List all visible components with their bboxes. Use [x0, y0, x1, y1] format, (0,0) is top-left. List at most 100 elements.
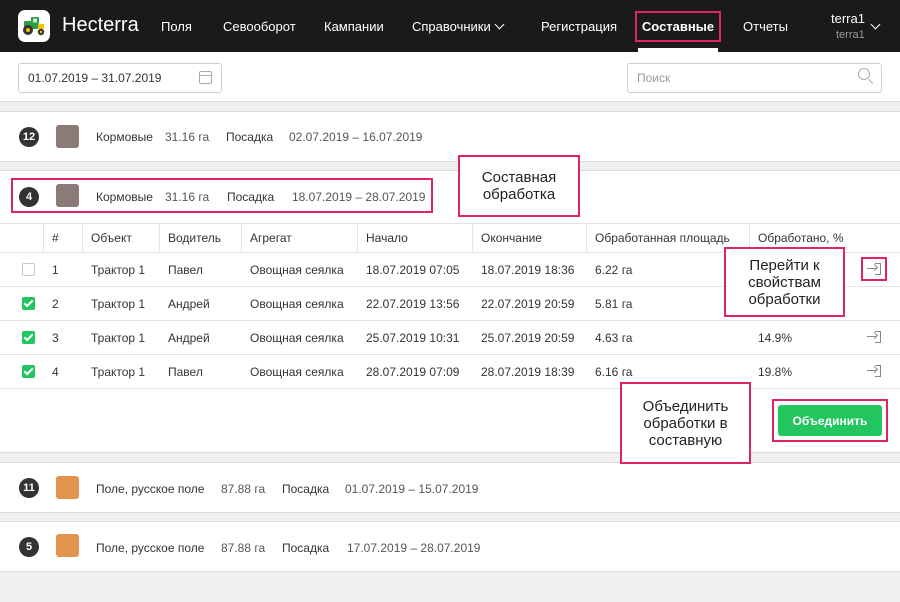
group-period: 02.07.2019 – 16.07.2019: [289, 130, 423, 144]
nav-item-campaigns[interactable]: Кампании: [324, 19, 384, 34]
column-separator: [586, 224, 587, 252]
cell-percent: 14.9%: [758, 331, 793, 345]
cell-area: 6.16 га: [595, 365, 633, 379]
cell-start: 28.07.2019 07:09: [366, 365, 460, 379]
composite-group-11[interactable]: 11 Поле, русское поле 87.88 га Посадка 0…: [0, 462, 900, 513]
app-title: Hecterra: [62, 14, 139, 36]
nav-item-composite[interactable]: Составные: [635, 11, 721, 42]
filter-toolbar: 01.07.2019 – 31.07.2019: [0, 52, 900, 102]
cell-number: 2: [52, 297, 59, 311]
callout-line: обработки в: [643, 414, 728, 432]
row-checkbox[interactable]: [22, 365, 35, 378]
column-header-implement[interactable]: Агрегат: [250, 231, 292, 245]
composite-group-12[interactable]: 12 Кормовые 31.16 га Посадка 02.07.2019 …: [0, 111, 900, 162]
cell-driver: Андрей: [168, 331, 210, 345]
group-operation: Посадка: [226, 130, 274, 144]
callout-line: обработки: [748, 290, 821, 308]
cell-end: 28.07.2019 18:39: [481, 365, 575, 379]
crop-color-swatch: [56, 476, 79, 499]
tractor-logo-icon[interactable]: [18, 10, 50, 42]
nav-item-crop-rotation[interactable]: Севооборот: [223, 19, 296, 34]
column-header-end[interactable]: Окончание: [481, 231, 542, 245]
search-input[interactable]: [627, 63, 882, 93]
cell-implement: Овощная сеялка: [250, 297, 344, 311]
column-separator: [159, 224, 160, 252]
group-number-badge: 11: [19, 478, 39, 498]
cell-area: 6.22 га: [595, 263, 633, 277]
cell-object: Трактор 1: [91, 331, 146, 345]
callout-line: составную: [648, 431, 723, 449]
row-checkbox[interactable]: [22, 263, 35, 276]
cell-end: 18.07.2019 18:36: [481, 263, 575, 277]
cell-implement: Овощная сеялка: [250, 365, 344, 379]
row-divider: [0, 354, 900, 355]
user-menu-chevron-icon[interactable]: [870, 19, 881, 30]
callout-merge: Объединить обработки в составную: [620, 382, 751, 464]
search-icon[interactable]: [858, 68, 870, 80]
cell-percent: 19.8%: [758, 365, 793, 379]
column-header-processed-area[interactable]: Обработанная площадь: [595, 231, 730, 245]
date-range-value: 01.07.2019 – 31.07.2019: [28, 71, 162, 85]
cell-driver: Андрей: [168, 297, 210, 311]
group-operation: Посадка: [282, 541, 330, 555]
row-checkbox[interactable]: [22, 297, 35, 310]
chevron-down-icon[interactable]: [494, 19, 505, 30]
merge-button-highlight: [772, 399, 888, 442]
group-crop: Поле, русское поле: [96, 541, 205, 555]
callout-line: Составная: [481, 169, 557, 186]
column-header-driver[interactable]: Водитель: [168, 231, 221, 245]
top-navbar: Hecterra Поля Севооборот Кампании Справо…: [0, 0, 900, 52]
column-header-processed-percent[interactable]: Обработано, %: [758, 231, 844, 245]
cell-number: 1: [52, 263, 59, 277]
calendar-icon[interactable]: [199, 71, 212, 84]
column-header-object[interactable]: Объект: [91, 231, 132, 245]
cell-object: Трактор 1: [91, 365, 146, 379]
table-top-border: [0, 223, 900, 224]
cell-object: Трактор 1: [91, 297, 146, 311]
group-period: 01.07.2019 – 15.07.2019: [345, 482, 479, 496]
user-name[interactable]: terra1: [831, 11, 865, 26]
row-checkbox[interactable]: [22, 331, 35, 344]
nav-item-registration[interactable]: Регистрация: [541, 19, 617, 34]
open-properties-icon[interactable]: [867, 365, 881, 377]
column-separator: [472, 224, 473, 252]
group-area: 31.16 га: [165, 130, 210, 144]
group-area: 87.88 га: [221, 482, 266, 496]
group-period: 17.07.2019 – 28.07.2019: [347, 541, 481, 555]
user-login: terra1: [836, 29, 865, 41]
row-divider: [0, 388, 900, 389]
cell-start: 18.07.2019 07:05: [366, 263, 460, 277]
cell-implement: Овощная сеялка: [250, 263, 344, 277]
cell-number: 4: [52, 365, 59, 379]
cell-area: 4.63 га: [595, 331, 633, 345]
cell-end: 22.07.2019 20:59: [481, 297, 575, 311]
group-operation: Посадка: [282, 482, 330, 496]
composite-group-5[interactable]: 5 Поле, русское поле 87.88 га Посадка 17…: [0, 521, 900, 572]
callout-line: обработка: [482, 186, 556, 203]
column-header-number[interactable]: #: [52, 231, 59, 245]
callout-composite: Составная обработка: [458, 155, 580, 217]
callout-line: Объединить: [642, 397, 729, 415]
group-crop: Кормовые: [96, 130, 153, 144]
nav-item-references[interactable]: Справочники: [412, 19, 491, 34]
column-header-start[interactable]: Начало: [366, 231, 408, 245]
column-separator: [82, 224, 83, 252]
crop-color-swatch: [56, 534, 79, 557]
date-range-input[interactable]: 01.07.2019 – 31.07.2019: [18, 63, 222, 93]
callout-goto-properties: Перейти к свойствам обработки: [724, 247, 845, 317]
row-divider: [0, 320, 900, 321]
group-number-badge: 5: [19, 537, 39, 557]
nav-item-reports[interactable]: Отчеты: [743, 19, 788, 34]
group-crop: Поле, русское поле: [96, 482, 205, 496]
callout-line: Перейти к: [749, 256, 820, 274]
cell-start: 22.07.2019 13:56: [366, 297, 460, 311]
cell-driver: Павел: [168, 263, 203, 277]
group-area: 87.88 га: [221, 541, 266, 555]
cell-driver: Павел: [168, 365, 203, 379]
cell-end: 25.07.2019 20:59: [481, 331, 575, 345]
cell-implement: Овощная сеялка: [250, 331, 344, 345]
crop-color-swatch: [56, 125, 79, 148]
open-properties-icon[interactable]: [867, 331, 881, 343]
group-number-badge: 12: [19, 127, 39, 147]
nav-item-fields[interactable]: Поля: [161, 19, 192, 34]
